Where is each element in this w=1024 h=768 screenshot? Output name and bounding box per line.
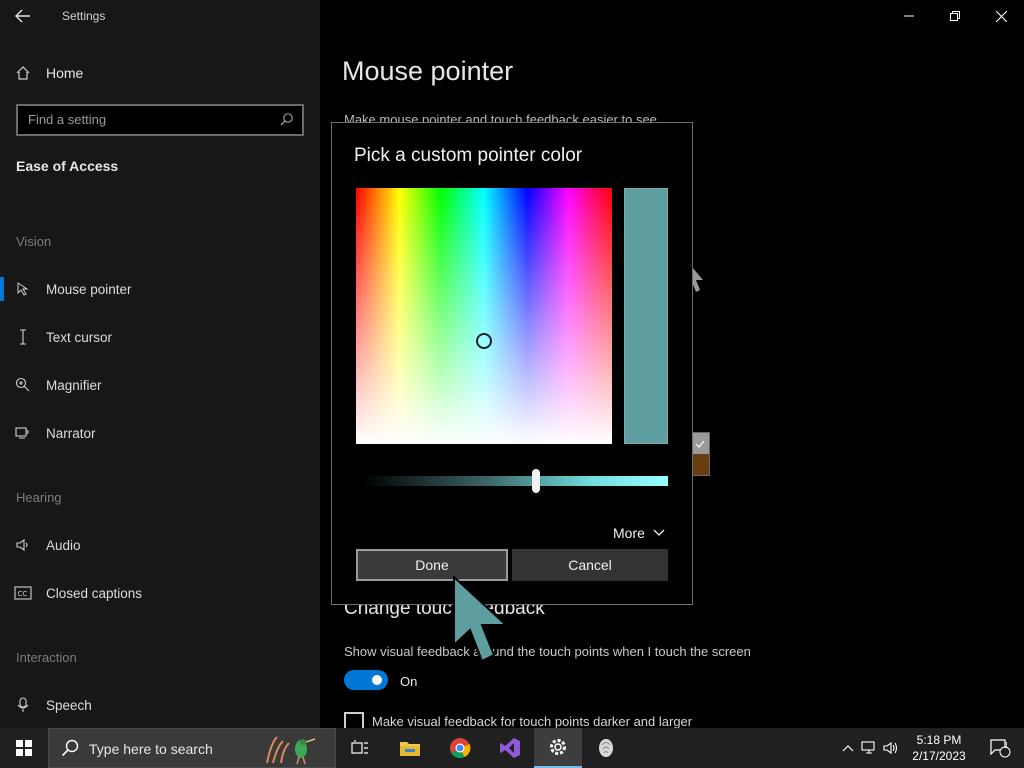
touch-feedback-toggle[interactable] [344,670,388,690]
sidebar-item-label: Audio [46,537,81,553]
sidebar-item-label: Text cursor [46,329,113,345]
clock-date: 2/17/2023 [912,749,966,763]
clock-time: 5:18 PM [916,733,962,747]
text-cursor-icon [0,329,46,345]
color-spectrum[interactable] [356,188,612,444]
close-button[interactable] [978,0,1024,32]
find-setting-input[interactable]: Find a setting [16,104,304,136]
category-title: Ease of Access [16,158,119,174]
chrome-icon [450,738,471,759]
search-placeholder: Find a setting [28,112,107,127]
chevron-up-icon [842,745,854,752]
settings-sidebar: Settings Home Find a setting Ease of Acc… [0,0,320,728]
toggle-state-label: On [400,674,418,689]
closed-captions-icon: CC [0,586,46,600]
sidebar-item-label: Speech [46,697,92,713]
network-button[interactable] [858,728,880,768]
taskbar-settings[interactable] [534,728,582,768]
restore-icon [950,11,960,21]
spectrum-selector-handle[interactable] [476,333,492,349]
app-title: Settings [62,9,106,23]
sidebar-item-label: Narrator [46,425,96,441]
volume-button[interactable] [880,728,902,768]
chevron-down-icon [653,529,665,536]
sidebar-item-speech[interactable]: Speech [0,687,320,723]
minimize-button[interactable] [886,0,932,32]
section-hearing: Hearing [16,490,62,505]
narrator-icon [0,425,46,441]
sidebar-item-closed-captions[interactable]: CC Closed captions [0,575,320,611]
search-icon [61,739,79,757]
restore-button[interactable] [932,0,978,32]
taskbar-app[interactable] [582,728,630,768]
audio-icon [0,537,46,553]
sidebar-item-mouse-pointer[interactable]: Mouse pointer [0,271,320,307]
taskbar-clock[interactable]: 5:18 PM 2/17/2023 [902,732,976,764]
checkmark-icon [695,440,705,448]
sidebar-item-narrator[interactable]: Narrator [0,415,320,451]
system-tray [838,728,902,768]
taskbar: Type here to search 5:18 PM 2/17/2023 1 [0,728,1024,768]
svg-text:CC: CC [18,590,28,598]
darker-feedback-label: Make visual feedback for touch points da… [372,714,693,729]
close-icon [995,10,1007,22]
brightness-slider-thumb[interactable] [532,469,540,493]
taskbar-file-explorer[interactable] [386,728,434,768]
taskbar-visual-studio[interactable] [486,728,534,768]
sidebar-item-magnifier[interactable]: Magnifier [0,367,320,403]
sidebar-item-audio[interactable]: Audio [0,527,320,563]
taskbar-search-box[interactable]: Type here to search [48,728,336,768]
color-preview [624,188,668,444]
show-hidden-icons-button[interactable] [838,728,858,768]
cancel-button[interactable]: Cancel [512,549,668,581]
sidebar-item-home[interactable]: Home [0,58,320,88]
task-view-button[interactable] [336,728,384,768]
volume-icon [883,741,898,755]
brightness-slider[interactable] [362,476,668,486]
minimize-icon [904,15,914,17]
taskbar-chrome[interactable] [436,728,484,768]
taskbar-search-placeholder: Type here to search [89,741,213,757]
custom-pointer-color-dialog: Pick a custom pointer color More Done Ca… [331,122,693,605]
sidebar-item-label: Magnifier [46,377,102,393]
sidebar-item-label: Closed captions [46,585,143,601]
dialog-title: Pick a custom pointer color [354,145,583,166]
visual-studio-icon [500,738,520,758]
section-vision: Vision [16,234,52,249]
active-indicator [0,277,4,301]
microphone-icon [0,697,46,713]
more-button[interactable]: More [613,525,665,541]
home-icon [0,65,46,81]
toggle-knob [372,675,382,685]
start-button[interactable] [0,728,48,768]
title-bar: Settings [0,0,320,32]
magnifier-icon [0,377,46,393]
sidebar-item-label: Mouse pointer [46,281,132,297]
fingerprint-app-icon [599,739,613,757]
large-mouse-pointer-icon [453,575,509,663]
touch-feedback-description: Show visual feedback around the touch po… [344,644,751,659]
back-arrow-icon [15,9,30,23]
folder-icon [400,742,420,756]
sidebar-item-text-cursor[interactable]: Text cursor [0,319,320,355]
home-label: Home [46,65,84,81]
task-view-icon [351,740,368,754]
more-label: More [613,525,645,541]
search-icon [280,113,293,126]
search-highlight-bird-art [266,736,316,765]
gear-icon [550,739,566,755]
page-title: Mouse pointer [342,56,514,86]
section-interaction: Interaction [16,650,77,665]
pointer-color-swatch[interactable] [690,432,710,476]
notification-count: 1 [1004,741,1009,750]
mouse-pointer-icon [0,281,46,297]
windows-logo-icon [16,740,32,756]
action-center-button[interactable]: 1 [976,728,1024,768]
network-icon [861,741,875,754]
back-button[interactable] [8,4,38,28]
